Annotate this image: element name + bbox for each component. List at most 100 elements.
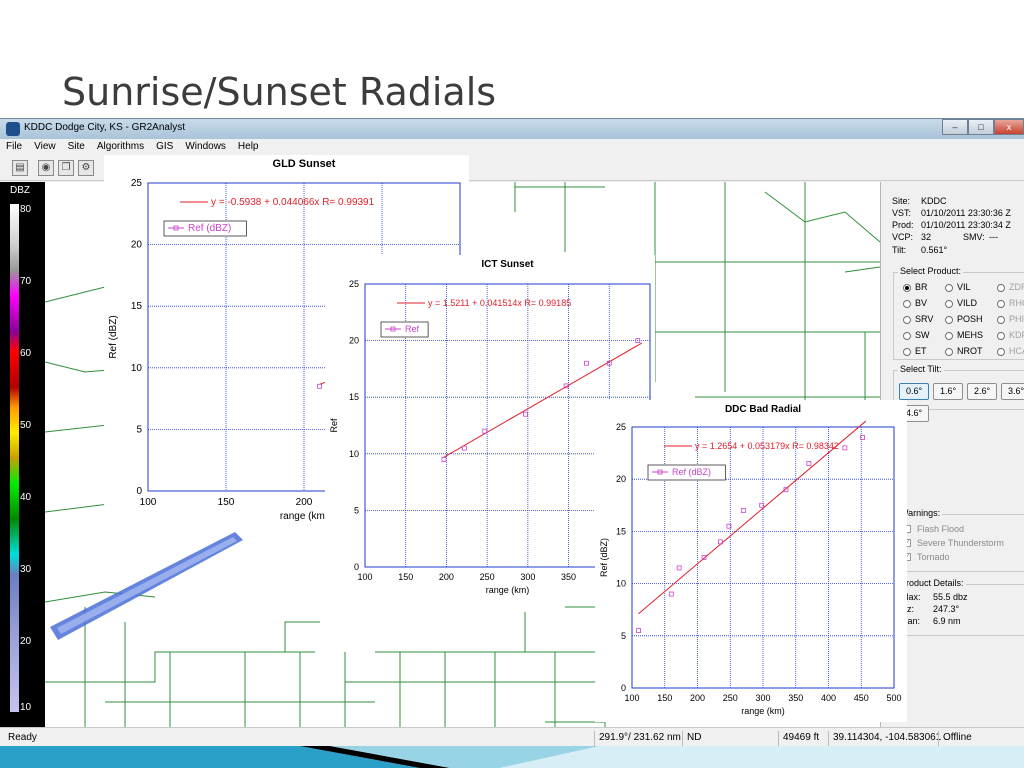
radio-vild[interactable] bbox=[945, 300, 953, 308]
x-tick-label: 200 bbox=[296, 497, 313, 508]
data-point bbox=[740, 508, 746, 513]
radio-et-label: ET bbox=[915, 346, 927, 356]
y-axis-label: Ref (dBZ) bbox=[108, 315, 119, 358]
globe-icon[interactable]: ◉ bbox=[38, 160, 54, 176]
data-point bbox=[584, 360, 589, 366]
radio-zdr-label: ZDR bbox=[1009, 282, 1024, 292]
fit-annotation: y = 1.5211 + 0.041514x R= 0.99185 bbox=[428, 298, 571, 308]
x-tick-label: 100 bbox=[624, 693, 639, 703]
fit-annotation: y = 1.2654 + 0.053179x R= 0.98342 bbox=[695, 441, 839, 451]
settings-icon[interactable]: ⚙ bbox=[78, 160, 94, 176]
radio-nrot-label: NROT bbox=[957, 346, 983, 356]
x-tick-label: 350 bbox=[561, 572, 576, 582]
product-details-title: Product Details: bbox=[898, 578, 966, 588]
radio-phi[interactable] bbox=[997, 316, 1005, 324]
y-tick-label: 0 bbox=[621, 683, 626, 693]
window-controls: – □ x bbox=[942, 119, 1024, 137]
y-tick-label: 25 bbox=[131, 178, 143, 189]
data-point bbox=[806, 461, 812, 466]
scale-label-60: 60 bbox=[20, 348, 32, 359]
minimize-button[interactable]: – bbox=[942, 119, 968, 135]
radio-vild-label: VILD bbox=[957, 298, 978, 308]
radio-kdp[interactable] bbox=[997, 332, 1005, 340]
color-scale-title: DBZ bbox=[10, 185, 30, 196]
menu-gis[interactable]: GIS bbox=[150, 140, 179, 155]
radio-posh[interactable] bbox=[945, 316, 953, 324]
tilt-button-0-6[interactable]: 0.6° bbox=[899, 383, 929, 400]
legend-label: Ref (dBZ) bbox=[672, 467, 711, 477]
y-tick-label: 5 bbox=[354, 505, 359, 515]
x-tick-label: 150 bbox=[398, 572, 413, 582]
status-value: ND bbox=[682, 731, 701, 746]
y-axis-label: Ref bbox=[329, 418, 339, 433]
copy-icon[interactable]: ❐ bbox=[58, 160, 74, 176]
window-titlebar[interactable]: KDDC Dodge City, KS - GR2Analyst – □ x bbox=[0, 119, 1024, 139]
radio-vil[interactable] bbox=[945, 284, 953, 292]
radio-nrot[interactable] bbox=[945, 348, 953, 356]
scale-label-50: 50 bbox=[20, 420, 32, 431]
menu-site[interactable]: Site bbox=[62, 140, 91, 155]
y-tick-label: 10 bbox=[616, 579, 626, 589]
color-scale: DBZ 80 70 60 50 40 30 20 10 bbox=[0, 182, 45, 727]
slide-ribbon bbox=[0, 746, 1024, 768]
data-point bbox=[842, 445, 848, 451]
tilt-button-2-6[interactable]: 2.6° bbox=[967, 383, 997, 400]
menu-file[interactable]: File bbox=[0, 140, 28, 155]
radio-br-label: BR bbox=[915, 282, 928, 292]
radio-rho[interactable] bbox=[997, 300, 1005, 308]
y-tick-label: 15 bbox=[616, 526, 626, 536]
radio-srv-label: SRV bbox=[915, 314, 934, 324]
x-axis-label: range (km) bbox=[280, 511, 328, 522]
fit-annotation: y = -0.5938 + 0.044066x R= 0.99391 bbox=[211, 197, 375, 208]
radio-vil-label: VIL bbox=[957, 282, 971, 292]
x-tick-label: 300 bbox=[755, 693, 770, 703]
window-title: KDDC Dodge City, KS - GR2Analyst bbox=[24, 122, 185, 133]
menu-algorithms[interactable]: Algorithms bbox=[91, 140, 150, 155]
select-product-title: Select Product: bbox=[898, 266, 964, 276]
scale-label-30: 30 bbox=[20, 564, 32, 575]
chart-title: DDC Bad Radial bbox=[725, 404, 801, 415]
radio-phi-label: PHI bbox=[1009, 314, 1024, 324]
x-tick-label: 450 bbox=[854, 693, 869, 703]
radio-br[interactable] bbox=[903, 284, 911, 292]
legend-label: Ref (dBZ) bbox=[188, 223, 231, 234]
tornado-label: Tornado bbox=[917, 552, 950, 562]
status-coords: 39.114304, -104.583061 bbox=[828, 731, 941, 746]
slide: Sunrise/Sunset Radials KDDC Dodge City, … bbox=[0, 0, 1024, 768]
radio-bv-label: BV bbox=[915, 298, 928, 308]
menu-windows[interactable]: Windows bbox=[179, 140, 232, 155]
status-bar: Ready 291.9°/ 231.62 nm ND 49469 ft 39.1… bbox=[0, 727, 1024, 747]
y-tick-label: 10 bbox=[349, 449, 359, 459]
y-tick-label: 25 bbox=[349, 279, 359, 289]
menu-view[interactable]: View bbox=[28, 140, 62, 155]
maximize-button[interactable]: □ bbox=[968, 119, 994, 135]
radio-srv[interactable] bbox=[903, 316, 911, 324]
open-folder-icon[interactable]: ▤ bbox=[12, 160, 28, 176]
site-value: KDDC bbox=[921, 196, 947, 206]
x-tick-label: 500 bbox=[886, 693, 901, 703]
chart-svg: DDC Bad Radial100 150 200 250 300 350 400 450 50… bbox=[599, 404, 902, 716]
radio-bv[interactable] bbox=[903, 300, 911, 308]
tilt-button-3-6[interactable]: 3.6° bbox=[1001, 383, 1024, 400]
max-value: 55.5 dbz bbox=[933, 592, 968, 602]
scale-label-10: 10 bbox=[20, 702, 32, 713]
vst-label: VST: bbox=[892, 208, 912, 218]
tilt-button-1-6[interactable]: 1.6° bbox=[933, 383, 963, 400]
x-tick-label: 250 bbox=[723, 693, 738, 703]
radio-mehs-label: MEHS bbox=[957, 330, 984, 340]
site-label: Site: bbox=[892, 196, 911, 206]
menu-help[interactable]: Help bbox=[232, 140, 265, 155]
close-button[interactable]: x bbox=[994, 119, 1024, 135]
radio-sw[interactable] bbox=[903, 332, 911, 340]
prod-label: Prod: bbox=[892, 220, 914, 230]
y-axis-label: Ref (dBZ) bbox=[599, 538, 609, 577]
flash-flood-label: Flash Flood bbox=[917, 524, 965, 534]
x-tick-label: 200 bbox=[690, 693, 705, 703]
radial-echo-band-light bbox=[57, 537, 237, 634]
radio-hca[interactable] bbox=[997, 348, 1005, 356]
radio-et[interactable] bbox=[903, 348, 911, 356]
app-icon bbox=[6, 122, 20, 136]
radio-mehs[interactable] bbox=[945, 332, 953, 340]
az-value: 247.3° bbox=[933, 604, 960, 614]
radio-zdr[interactable] bbox=[997, 284, 1005, 292]
